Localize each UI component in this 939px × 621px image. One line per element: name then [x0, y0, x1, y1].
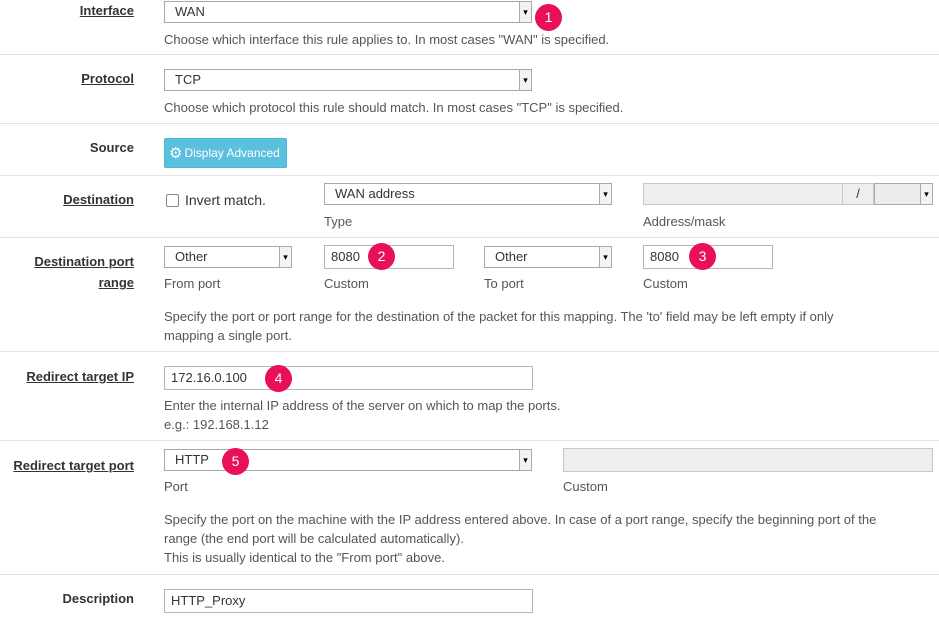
redirect-port-label: Redirect target port: [13, 458, 134, 473]
row-interface: Interface WAN ▾ Choose which interface t…: [0, 0, 939, 55]
select-arrow-icon: ▾: [599, 184, 611, 204]
destination-type-select[interactable]: WAN address ▾: [324, 183, 612, 205]
redirect-port-help-line2: range (the end port will be calculated a…: [164, 531, 464, 546]
to-port-select[interactable]: Other ▾: [484, 246, 612, 268]
dest-port-label-line2: range: [98, 275, 134, 290]
badge-3: 3: [689, 243, 716, 270]
destination-address-input[interactable]: [643, 183, 843, 205]
to-port-caption: To port: [484, 276, 524, 291]
row-source: Source ⚙ Display Advanced: [0, 124, 939, 176]
row-destination-port-range: Destination port range Other ▾ From port…: [0, 238, 939, 352]
invert-match-checkbox[interactable]: [166, 194, 179, 207]
select-arrow-icon: ▾: [519, 450, 531, 470]
redirect-ip-input[interactable]: 172.16.0.100: [164, 366, 533, 390]
protocol-select[interactable]: TCP ▾: [164, 69, 532, 91]
row-protocol: Protocol TCP ▾ Choose which protocol thi…: [0, 55, 939, 124]
redirect-port-select[interactable]: HTTP ▾: [164, 449, 532, 471]
from-port-custom-caption: Custom: [324, 276, 369, 291]
redirect-port-custom-caption: Custom: [563, 479, 608, 494]
description-value: HTTP_Proxy: [171, 593, 246, 608]
to-port-custom-caption: Custom: [643, 276, 688, 291]
destination-mask-select[interactable]: ▾: [874, 183, 933, 205]
redirect-ip-help-line2: e.g.: 192.168.1.12: [164, 417, 269, 432]
select-arrow-icon: ▾: [279, 247, 291, 267]
redirect-ip-value: 172.16.0.100: [171, 370, 247, 385]
display-advanced-button[interactable]: ⚙ Display Advanced: [164, 138, 287, 168]
interface-label: Interface: [79, 3, 134, 18]
badge-1: 1: [535, 4, 562, 31]
redirect-port-caption: Port: [164, 479, 188, 494]
display-advanced-label: Display Advanced: [184, 146, 280, 160]
redirect-port-value: HTTP: [175, 452, 209, 467]
badge-2: 2: [368, 243, 395, 270]
description-input[interactable]: HTTP_Proxy: [164, 589, 533, 613]
badge-5: 5: [222, 448, 249, 475]
select-arrow-icon: ▾: [519, 2, 531, 22]
dest-port-help-line2: mapping a single port.: [164, 328, 292, 343]
redirect-port-custom-input[interactable]: [563, 448, 933, 472]
row-redirect-target-port: Redirect target port HTTP ▾ Port Custom …: [0, 441, 939, 575]
address-mask-caption: Address/mask: [643, 214, 726, 229]
destination-label: Destination: [63, 192, 134, 207]
from-port-value: Other: [175, 249, 208, 264]
from-port-custom-value: 8080: [331, 249, 360, 264]
dest-port-help-line1: Specify the port or port range for the d…: [164, 309, 834, 324]
source-label: Source: [89, 140, 134, 155]
invert-match-label: Invert match.: [185, 192, 266, 208]
destination-type-caption: Type: [324, 214, 353, 229]
redirect-ip-label: Redirect target IP: [26, 369, 134, 384]
to-port-value: Other: [495, 249, 528, 264]
redirect-ip-help-line1: Enter the internal IP address of the ser…: [164, 398, 561, 413]
select-arrow-icon: ▾: [519, 70, 531, 90]
mask-separator: /: [843, 183, 874, 205]
protocol-select-value: TCP: [175, 72, 201, 87]
interface-select-value: WAN: [175, 4, 205, 19]
interface-select[interactable]: WAN ▾: [164, 1, 532, 23]
protocol-label: Protocol: [81, 71, 134, 86]
mask-separator-text: /: [856, 186, 860, 201]
description-label: Description: [62, 591, 134, 606]
gear-icon: ⚙: [169, 144, 183, 162]
row-description: Description HTTP_Proxy: [0, 575, 939, 621]
row-destination: Destination Invert match. WAN address ▾ …: [0, 176, 939, 238]
redirect-port-help-line3: This is usually identical to the "From p…: [164, 550, 445, 565]
from-port-select[interactable]: Other ▾: [164, 246, 292, 268]
badge-4: 4: [265, 365, 292, 392]
interface-help: Choose which interface this rule applies…: [164, 32, 610, 47]
dest-port-label-line1: Destination port: [34, 254, 134, 269]
to-port-custom-value: 8080: [650, 249, 679, 264]
protocol-help: Choose which protocol this rule should m…: [164, 100, 624, 115]
select-arrow-icon: ▾: [599, 247, 611, 267]
redirect-port-help-line1: Specify the port on the machine with the…: [164, 512, 877, 527]
row-redirect-target-ip: Redirect target IP 172.16.0.100 Enter th…: [0, 352, 939, 441]
destination-type-value: WAN address: [335, 186, 415, 201]
select-arrow-icon: ▾: [920, 184, 932, 204]
from-port-caption: From port: [164, 276, 221, 291]
